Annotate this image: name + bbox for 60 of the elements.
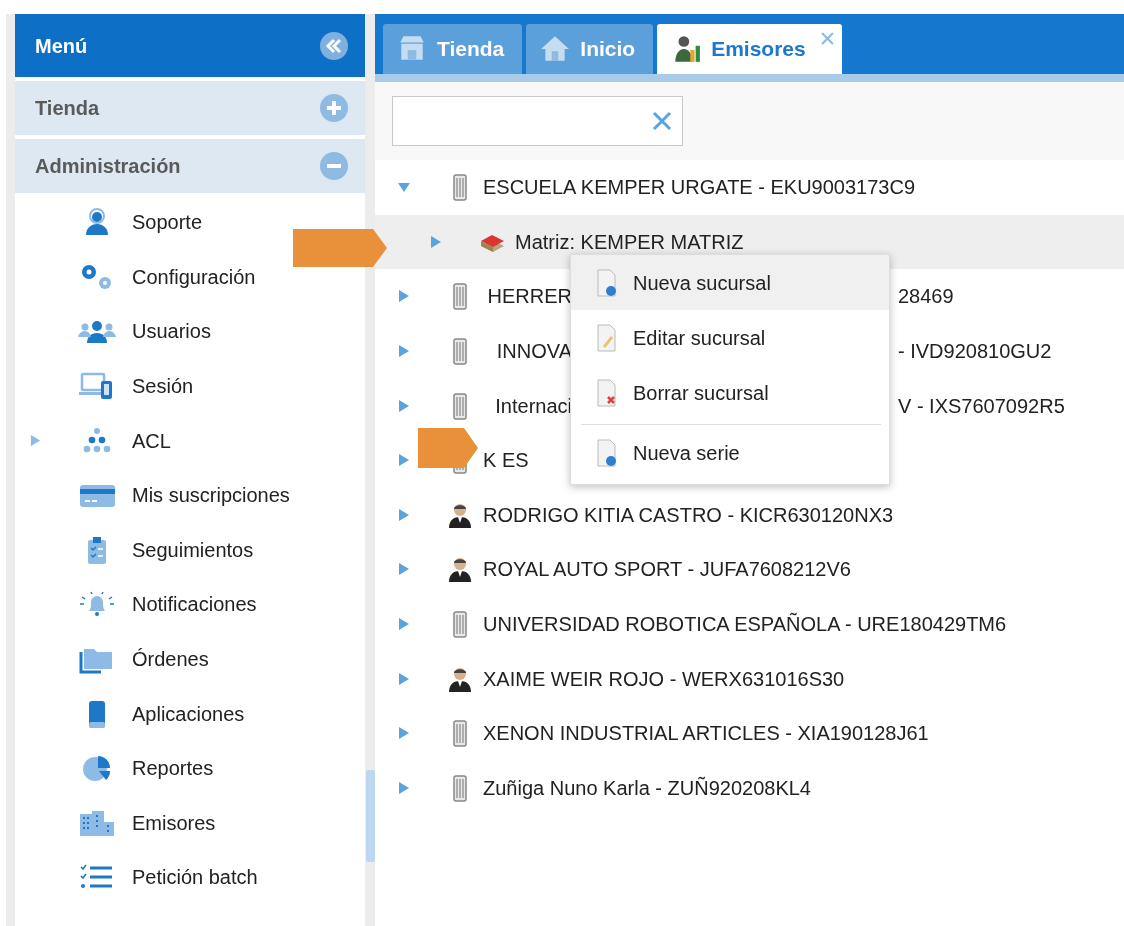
menu-title: Menú — [35, 33, 88, 59]
tree-label[interactable]: - IVD920810GU2 — [898, 336, 1052, 367]
expand-arrow-icon[interactable] — [397, 507, 411, 522]
tree-label[interactable]: INNOVA — [483, 336, 572, 367]
expand-arrow-icon[interactable] — [397, 453, 411, 468]
expand-icon[interactable] — [29, 433, 42, 449]
tab[interactable]: Emisores — [657, 24, 842, 74]
plus-icon[interactable] — [319, 93, 349, 123]
menu-item[interactable]: Configuración — [15, 249, 365, 305]
tree-label[interactable]: ESCUELA KEMPER URGATE - EKU9003173C9 — [483, 172, 916, 203]
menu-option[interactable]: Editar sucursal — [571, 310, 889, 365]
menu-item[interactable]: Notificaciones — [15, 577, 365, 632]
tree-label[interactable]: Zuñiga Nuno Karla - ZUÑ920208KL4 — [483, 772, 811, 803]
expand-arrow-icon[interactable] — [397, 671, 411, 686]
menu-item[interactable]: Sesión — [15, 358, 365, 414]
search-field[interactable] — [392, 96, 683, 146]
menu-item[interactable]: Aplicaciones — [15, 686, 365, 741]
tree-label[interactable]: HERRER — [483, 281, 572, 312]
menu-item[interactable]: ACL — [15, 413, 365, 468]
minus-icon[interactable] — [319, 151, 349, 181]
tree-label[interactable]: XAIME WEIR ROJO - WERX631016S30 — [483, 663, 845, 694]
tree-label[interactable]: ROYAL AUTO SPORT - JUFA7608212V6 — [483, 554, 851, 585]
tree-label[interactable]: Matriz: KEMPER MATRIZ — [515, 226, 744, 257]
close-icon[interactable] — [820, 32, 834, 45]
collapse-icon[interactable] — [319, 30, 349, 61]
pointer-arrow — [418, 428, 478, 468]
expand-arrow-icon[interactable] — [397, 562, 411, 577]
expand-arrow-icon[interactable] — [397, 344, 411, 359]
menu-item[interactable]: Seguimientos — [15, 522, 365, 578]
menu-item[interactable]: Petición batch — [15, 850, 365, 905]
clear-icon[interactable] — [652, 111, 672, 131]
menu-item[interactable]: Emisores — [15, 795, 365, 851]
menu-item[interactable]: Órdenes — [15, 631, 365, 687]
tree-label[interactable]: 28469 — [898, 281, 954, 312]
document-delete-icon — [595, 378, 617, 407]
expand-arrow-icon[interactable] — [397, 289, 411, 304]
tree-label[interactable]: UNIVERSIDAD ROBOTICA ESPAÑOLA - URE180429TM6 — [483, 609, 1007, 640]
menu-option[interactable]: Borrar sucursal — [571, 365, 889, 420]
menu-option[interactable]: Nueva serie — [571, 425, 889, 480]
menu-item[interactable]: Mis suscripciones — [15, 467, 365, 523]
menu-item[interactable]: Reportes — [15, 740, 365, 796]
document-pencil-icon — [595, 323, 617, 352]
expand-arrow-icon[interactable] — [397, 398, 411, 413]
tree-label[interactable]: XENON INDUSTRIAL ARTICLES - XIA190128J61 — [483, 718, 929, 749]
document-globe-icon — [595, 438, 617, 467]
document-globe-icon — [595, 268, 617, 297]
expand-arrow-icon[interactable] — [429, 234, 443, 249]
menu-item[interactable]: Usuarios — [15, 304, 365, 359]
tree-label[interactable]: K ES — [483, 445, 529, 476]
tree-label[interactable]: Internaci — [483, 390, 572, 421]
expand-arrow-icon[interactable] — [397, 726, 411, 741]
tree-label[interactable]: RODRIGO KITIA CASTRO - KICR630120NX3 — [483, 499, 894, 530]
menu-item[interactable]: Soporte — [15, 195, 365, 250]
menu-option[interactable]: Nueva sucursal — [571, 255, 889, 310]
splitter-handle[interactable] — [366, 770, 375, 862]
person-icon — [447, 555, 473, 584]
home-icon — [540, 34, 571, 64]
expand-arrow-icon[interactable] — [397, 617, 411, 632]
tree-label[interactable]: V - IXS7607092R5 — [898, 390, 1065, 421]
expand-arrow-icon[interactable] — [397, 780, 411, 795]
